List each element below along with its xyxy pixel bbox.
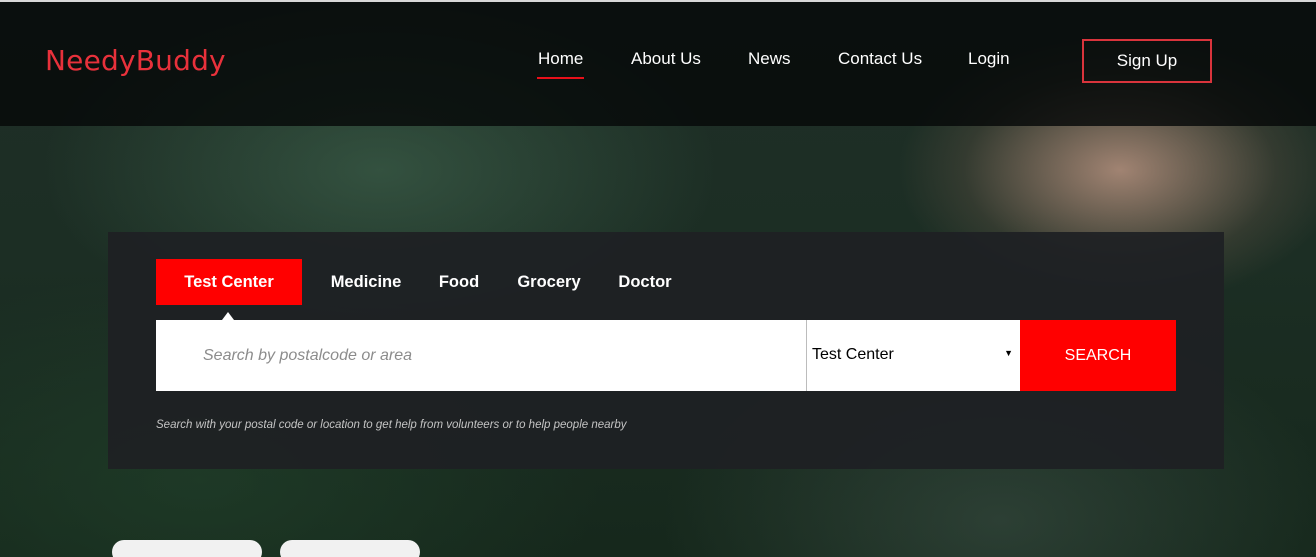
nav-news[interactable]: News xyxy=(748,49,791,69)
search-input[interactable] xyxy=(156,320,806,391)
section-heading-partial xyxy=(112,540,492,557)
category-select[interactable]: Test Center ▼ xyxy=(806,320,1020,391)
brand-logo[interactable]: NeedyBuddy xyxy=(45,44,226,77)
nav-about-us[interactable]: About Us xyxy=(631,49,701,69)
tab-grocery[interactable]: Grocery xyxy=(508,259,590,305)
top-navbar: NeedyBuddy Home About Us News Contact Us… xyxy=(0,0,1316,126)
search-button[interactable]: SEARCH xyxy=(1020,320,1176,391)
nav-contact-us[interactable]: Contact Us xyxy=(838,49,922,69)
search-panel: Test Center Medicine Food Grocery Doctor… xyxy=(108,232,1224,469)
tab-medicine[interactable]: Medicine xyxy=(322,259,410,305)
category-select-value: Test Center xyxy=(812,346,894,363)
signup-button[interactable]: Sign Up xyxy=(1082,39,1212,83)
tab-food[interactable]: Food xyxy=(430,259,488,305)
active-tab-caret-icon xyxy=(222,312,234,320)
tab-test-center[interactable]: Test Center xyxy=(156,259,302,305)
search-hint: Search with your postal code or location… xyxy=(156,419,627,431)
nav-home[interactable]: Home xyxy=(536,49,585,79)
nav-login[interactable]: Login xyxy=(968,49,1010,69)
chevron-down-icon: ▼ xyxy=(1004,348,1013,358)
tab-doctor[interactable]: Doctor xyxy=(610,259,680,305)
